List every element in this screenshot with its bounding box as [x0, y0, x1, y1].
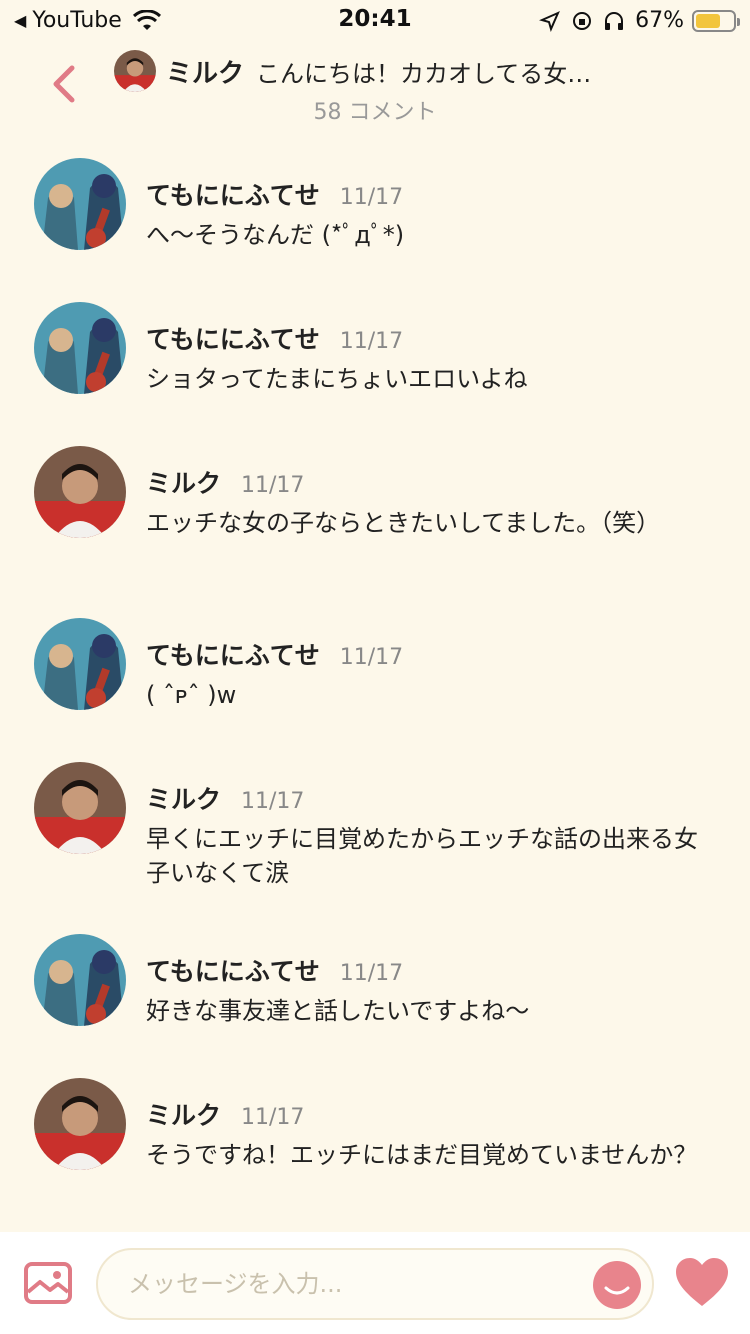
avatar-temo-image [34, 618, 126, 710]
avatar[interactable] [34, 302, 126, 394]
header-user-name: ミルク [166, 58, 245, 89]
avatar-milk-image [34, 762, 126, 854]
message-author[interactable]: ミルク [146, 464, 221, 500]
avatar-milk-image [34, 1078, 126, 1170]
message-input-container [96, 1248, 654, 1320]
message-date: 11/17 [241, 473, 305, 498]
battery-icon [692, 9, 740, 32]
avatar[interactable] [34, 934, 126, 1026]
avatar[interactable] [34, 446, 126, 538]
message-author[interactable]: てもににふてせ [146, 636, 320, 672]
comment-count: 58 コメント [313, 100, 437, 125]
rotation-lock-icon [573, 11, 592, 30]
battery-percent: 67% [635, 8, 684, 33]
heart-icon[interactable] [674, 1256, 730, 1310]
headphones-icon [605, 11, 624, 30]
message-author[interactable]: ミルク [146, 1096, 221, 1132]
location-arrow-icon [539, 10, 561, 32]
avatar[interactable] [34, 158, 126, 250]
message-text: ショタってたまにちょいエロいよね [146, 365, 528, 393]
header-avatar [114, 50, 156, 92]
message-date: 11/17 [339, 329, 404, 354]
avatar[interactable] [34, 1078, 126, 1170]
message-date: 11/17 [339, 185, 404, 210]
message-author[interactable]: てもににふてせ [146, 320, 320, 356]
avatar[interactable] [34, 762, 126, 854]
thread-header: ミルク こんにちは！カカオしてる女… 58 コメント [0, 44, 750, 134]
message-text: そうですね！エッチにはまだ目覚めていませんか？ [146, 1141, 698, 1169]
message-author[interactable]: てもににふてせ [146, 952, 320, 988]
message-text: へ〜そうなんだ (*ﾟдﾟ*) [146, 221, 405, 249]
battery-level [696, 13, 721, 28]
smiley-icon[interactable] [592, 1260, 642, 1310]
avatar[interactable] [34, 618, 126, 710]
avatar-temo-image [34, 934, 126, 1026]
message-text: 早くにエッチに目覚めたからエッチな話の出来る女子いなくて涙 [146, 825, 698, 887]
message-date: 11/17 [339, 961, 404, 986]
message-author[interactable]: ミルク [146, 780, 221, 816]
message-input[interactable] [128, 1264, 578, 1304]
message-date: 11/17 [241, 789, 305, 814]
status-bar: ◀ YouTube 20:41 67% [0, 0, 750, 40]
avatar-milk-image [34, 446, 126, 538]
avatar-temo-image [34, 302, 126, 394]
message-date: 11/17 [241, 1105, 305, 1130]
message-date: 11/17 [339, 645, 404, 670]
message-author[interactable]: てもににふてせ [146, 176, 320, 212]
message-text: ( ˆᴘˆ )w [146, 681, 237, 709]
message-text: エッチな女の子ならときたいしてました。（笑） [146, 509, 661, 537]
header-topic: こんにちは！カカオしてる女… [256, 59, 592, 88]
thread-title-row[interactable]: ミルク こんにちは！カカオしてる女… [114, 50, 634, 92]
image-attach-icon[interactable] [24, 1262, 72, 1304]
message-text: 好きな事友達と話したいですよね〜 [146, 997, 530, 1025]
avatar-temo-image [34, 158, 126, 250]
composer-bar [0, 1232, 750, 1334]
